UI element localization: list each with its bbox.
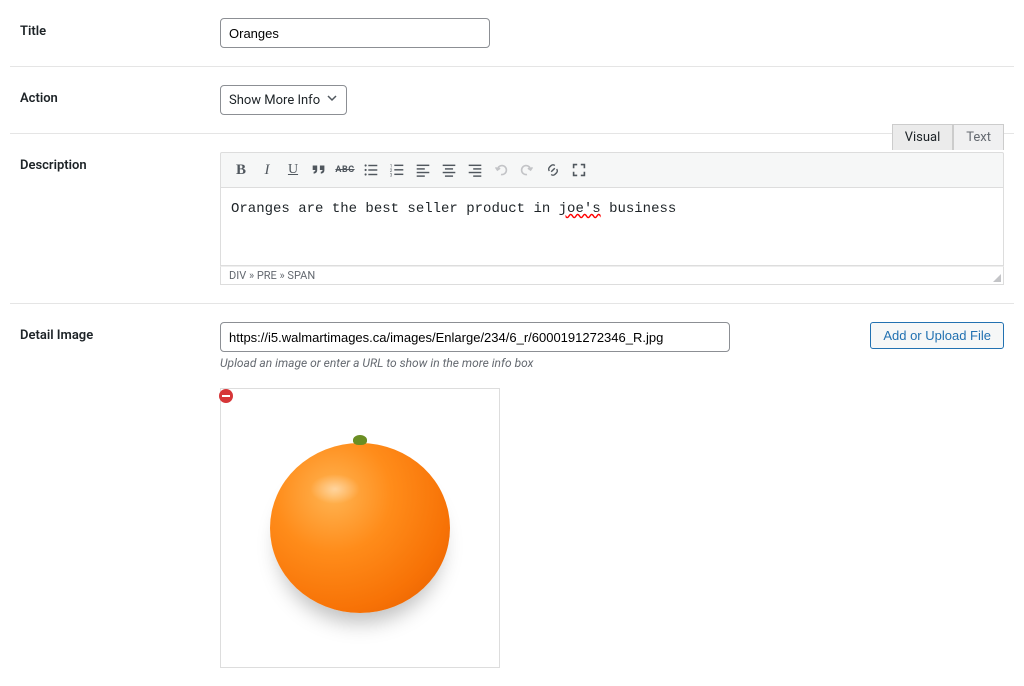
action-field: Show More Info bbox=[220, 85, 1004, 115]
preview-image bbox=[270, 443, 450, 613]
image-url-input[interactable] bbox=[220, 322, 730, 352]
remove-image-icon[interactable] bbox=[219, 389, 233, 403]
editor-text-post: business bbox=[601, 201, 677, 217]
bold-button[interactable]: B bbox=[229, 159, 253, 181]
title-row: Title bbox=[10, 0, 1014, 67]
blockquote-button[interactable] bbox=[307, 159, 331, 181]
editor-statusbar: DIV » PRE » SPAN bbox=[220, 266, 1004, 285]
svg-text:3: 3 bbox=[390, 172, 393, 178]
tab-visual[interactable]: Visual bbox=[892, 124, 954, 150]
redo-button[interactable] bbox=[515, 159, 539, 181]
add-upload-button[interactable]: Add or Upload File bbox=[870, 322, 1004, 349]
italic-button[interactable]: I bbox=[255, 159, 279, 181]
align-left-button[interactable] bbox=[411, 159, 435, 181]
title-field bbox=[220, 18, 1004, 48]
description-label: Description bbox=[20, 152, 220, 173]
detail-image-controls: Add or Upload File bbox=[220, 322, 1004, 352]
editor-toolbar: B I U ABC 123 bbox=[220, 152, 1004, 188]
undo-button[interactable] bbox=[489, 159, 513, 181]
image-preview bbox=[220, 388, 500, 668]
number-list-button[interactable]: 123 bbox=[385, 159, 409, 181]
detail-image-field: Add or Upload File Upload an image or en… bbox=[220, 322, 1004, 668]
action-label: Action bbox=[20, 85, 220, 106]
action-row: Action Show More Info bbox=[10, 67, 1014, 134]
resize-handle[interactable] bbox=[991, 272, 1001, 282]
action-select[interactable]: Show More Info bbox=[220, 85, 347, 115]
description-row: Description Visual Text B I U ABC 123 bbox=[10, 134, 1014, 304]
editor-wrap: Visual Text B I U ABC 123 Oranges are th… bbox=[220, 152, 1004, 285]
editor-text-pre: Oranges are the best seller product in bbox=[231, 201, 559, 217]
fullscreen-button[interactable] bbox=[567, 159, 591, 181]
underline-button[interactable]: U bbox=[281, 159, 305, 181]
chevron-down-icon bbox=[326, 92, 338, 108]
align-right-button[interactable] bbox=[463, 159, 487, 181]
link-button[interactable] bbox=[541, 159, 565, 181]
editor-text-spellerror: joe's bbox=[559, 201, 601, 217]
editor-tabs: Visual Text bbox=[892, 124, 1004, 150]
editor-content[interactable]: Oranges are the best seller product in j… bbox=[220, 188, 1004, 266]
tab-text[interactable]: Text bbox=[953, 124, 1004, 150]
image-hint: Upload an image or enter a URL to show i… bbox=[220, 356, 1004, 370]
editor-path: DIV » PRE » SPAN bbox=[229, 269, 315, 282]
title-label: Title bbox=[20, 18, 220, 39]
detail-image-row: Detail Image Add or Upload File Upload a… bbox=[10, 304, 1014, 686]
detail-image-label: Detail Image bbox=[20, 322, 220, 343]
align-center-button[interactable] bbox=[437, 159, 461, 181]
title-input[interactable] bbox=[220, 18, 490, 48]
strikethrough-button[interactable]: ABC bbox=[333, 159, 357, 181]
bullet-list-button[interactable] bbox=[359, 159, 383, 181]
description-field: Visual Text B I U ABC 123 Oranges are th… bbox=[220, 152, 1004, 285]
action-selected-text: Show More Info bbox=[229, 93, 320, 108]
